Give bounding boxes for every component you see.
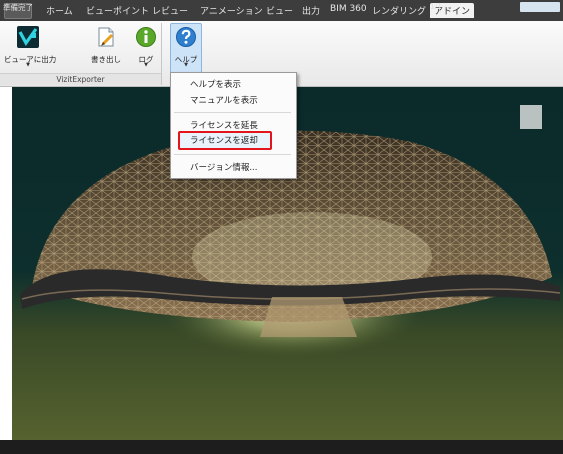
page-counter: 1/1 bbox=[430, 2, 443, 11]
tab-viewpoint[interactable]: ビューポイント bbox=[86, 4, 149, 17]
chevron-down-icon: ▼ bbox=[26, 62, 30, 68]
status-text: 準備完了 bbox=[3, 3, 33, 12]
export-to-viewer-button[interactable]: ビューアに出力 ▼ bbox=[4, 24, 56, 70]
menu-item-show-help[interactable]: ヘルプを表示 bbox=[190, 78, 241, 90]
help-question-icon bbox=[176, 27, 196, 47]
tab-home[interactable]: ホーム bbox=[46, 4, 73, 17]
ribbon-group-separator bbox=[161, 23, 162, 85]
ribbon-group-label: VizitExporter bbox=[0, 73, 161, 85]
menu-separator bbox=[174, 112, 291, 113]
menu-item-show-manual[interactable]: マニュアルを表示 bbox=[190, 94, 258, 106]
status-bar bbox=[0, 440, 563, 454]
menu-separator bbox=[174, 154, 291, 155]
menu-item-version-info[interactable]: バージョン情報... bbox=[190, 161, 257, 173]
chevron-down-icon: ▼ bbox=[144, 62, 148, 68]
export-label: 書き出し bbox=[91, 55, 121, 64]
export-document-icon bbox=[98, 27, 114, 47]
menu-item-extend-license[interactable]: ライセンスを延長 bbox=[190, 119, 258, 131]
help-button[interactable]: ヘルプ ▼ bbox=[170, 23, 202, 73]
tab-animation[interactable]: アニメーション bbox=[200, 4, 263, 17]
chevron-down-icon: ▼ bbox=[184, 62, 188, 68]
tab-bim360[interactable]: BIM 360 bbox=[330, 4, 367, 14]
vizit-v-icon bbox=[17, 26, 39, 48]
info-icon bbox=[136, 27, 156, 47]
tab-review[interactable]: レビュー bbox=[152, 4, 188, 17]
tab-view[interactable]: ビュー bbox=[266, 4, 293, 17]
status-tools[interactable] bbox=[520, 2, 560, 12]
tab-rendering[interactable]: レンダリング bbox=[372, 4, 426, 17]
tab-output[interactable]: 出力 bbox=[302, 4, 320, 17]
menu-item-return-license[interactable]: ライセンスを返却 bbox=[190, 134, 258, 146]
log-button[interactable]: ログ ▼ bbox=[132, 24, 160, 70]
export-button[interactable]: 書き出し bbox=[88, 24, 124, 70]
